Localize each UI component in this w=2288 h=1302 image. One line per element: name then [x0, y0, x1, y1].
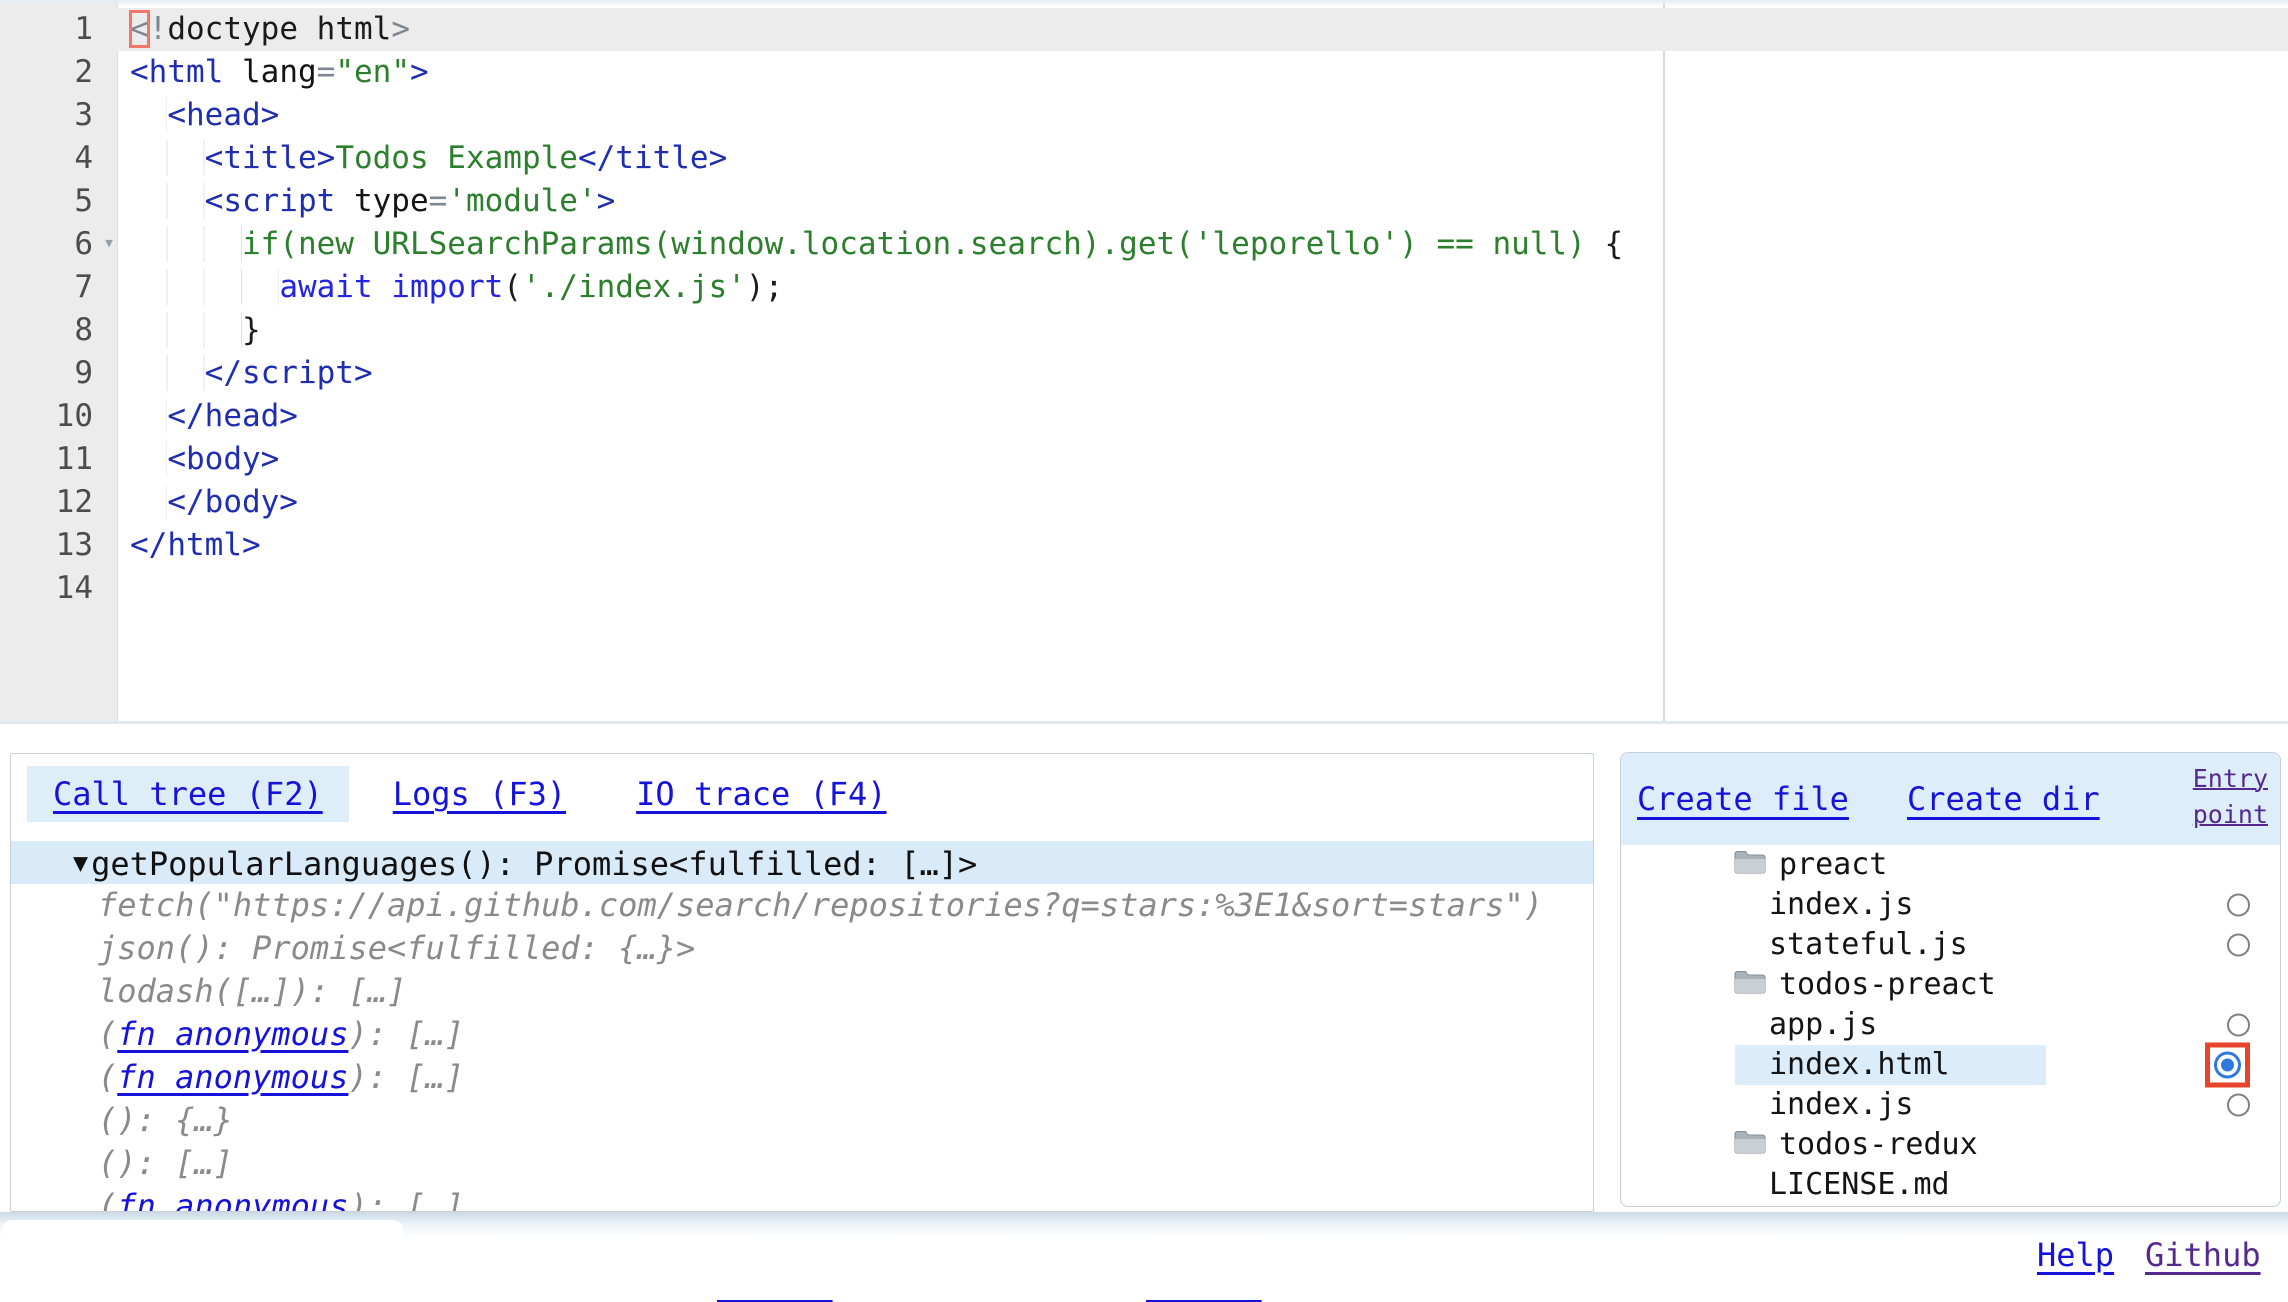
github-link[interactable]: Github — [2145, 1234, 2261, 1276]
code-line[interactable]: <body> — [119, 438, 2288, 481]
code-line[interactable]: <head> — [119, 94, 2288, 137]
code-line[interactable]: </body> — [119, 481, 2288, 524]
tab-io-trace[interactable]: IO trace (F4) — [610, 766, 912, 822]
file-row-stateful-js[interactable]: stateful.js — [1621, 925, 2280, 965]
code-line[interactable]: </html> — [119, 524, 2288, 567]
file-row-index-js[interactable]: index.js — [1621, 1085, 2280, 1125]
call-tree-row[interactable]: ▼getPopularLanguages(): Promise<fulfille… — [11, 841, 1593, 884]
line-number: 6▾ — [0, 223, 118, 266]
create-dir-button[interactable]: Create dir — [1907, 753, 2100, 845]
file-name-label: todos-redux — [1779, 1127, 1978, 1162]
leporello-app: 123456▾7891011121314 <!doctype html><htm… — [0, 0, 2288, 1302]
file-row-app-js[interactable]: app.js — [1621, 1005, 2280, 1045]
entry-point-radio[interactable] — [2227, 1014, 2250, 1037]
file-panel-header: Create file Create dir Entry point — [1621, 753, 2280, 845]
tab-call-tree[interactable]: Call tree (F2) — [27, 766, 349, 822]
line-number: 13 — [0, 524, 118, 567]
folder-icon — [1733, 967, 1767, 1007]
line-number: 5 — [0, 180, 118, 223]
folder-row-todos-preact[interactable]: todos-preact — [1621, 965, 2280, 1005]
editor-cursor: < — [130, 11, 149, 47]
file-row-index-html[interactable]: index.html — [1621, 1045, 2280, 1085]
entry-point-radio[interactable] — [2227, 934, 2250, 957]
line-numbers: 123456▾7891011121314 — [0, 8, 118, 610]
fold-arrow-icon[interactable]: ▾ — [103, 221, 115, 264]
code-line[interactable]: } — [119, 309, 2288, 352]
file-name-label: LICENSE.md — [1769, 1167, 1950, 1202]
code-line[interactable]: await import('./index.js'); — [119, 266, 2288, 309]
call-tree: ▼getPopularLanguages(): Promise<fulfille… — [11, 841, 1593, 1212]
entry-point-column-header[interactable]: Entry point — [2184, 761, 2268, 833]
code-editor[interactable]: 123456▾7891011121314 <!doctype html><htm… — [0, 0, 2288, 724]
debugger-panel: Call tree (F2) Logs (F3) IO trace (F4) ▼ge… — [10, 753, 1594, 1212]
call-label: getPopularLanguages(): Promise<fulfilled… — [91, 845, 977, 883]
status-bar: docs/examples/todos- preact/index.html C… — [0, 1212, 2288, 1302]
line-number: 4 — [0, 137, 118, 180]
code-line[interactable]: </head> — [119, 395, 2288, 438]
file-tree: preact index.js stateful.js todos-preact app… — [1621, 845, 2280, 1205]
line-number: 8 — [0, 309, 118, 352]
line-number: 1 — [0, 8, 118, 51]
call-tree-row[interactable]: json(): Promise<fulfilled: {…}> — [11, 927, 1593, 970]
fn-anonymous-link[interactable]: fn anonymous — [117, 1058, 348, 1096]
entry-point-radio[interactable] — [2227, 894, 2250, 917]
file-row-license-md[interactable]: LICENSE.md — [1621, 1165, 2280, 1205]
clear-io-trace-button[interactable]: Clear IO trace (F6) — [717, 1220, 987, 1302]
entry-point-highlight-box — [2205, 1043, 2250, 1088]
file-name-label: index.js — [1769, 1087, 1914, 1122]
file-row-index-js[interactable]: index.js — [1621, 885, 2280, 925]
code-line[interactable]: <title>Todos Example</title> — [119, 137, 2288, 180]
line-number: 9 — [0, 352, 118, 395]
file-name-label: index.js — [1769, 887, 1914, 922]
call-tree-row[interactable]: (fn anonymous): […] — [11, 1185, 1593, 1212]
entry-point-radio[interactable] — [2227, 1094, 2250, 1117]
folder-icon — [1733, 1127, 1767, 1167]
folder-row-todos-redux[interactable]: todos-redux — [1621, 1125, 2280, 1165]
panel-tabs: Call tree (F2) Logs (F3) IO trace (F4) — [27, 766, 931, 822]
create-file-button[interactable]: Create file — [1637, 753, 1849, 845]
file-name-label: todos-preact — [1779, 967, 1996, 1002]
entry-point-radio[interactable] — [2214, 1052, 2241, 1079]
editor-code[interactable]: <!doctype html><html lang="en"> <head> <… — [119, 8, 2288, 610]
code-line[interactable]: <!doctype html> — [119, 8, 2288, 51]
line-number: 7 — [0, 266, 118, 309]
code-line[interactable]: </script> — [119, 352, 2288, 395]
folder-icon — [1733, 847, 1767, 887]
code-line[interactable]: <script type='module'> — [119, 180, 2288, 223]
file-name-label: preact — [1779, 847, 1887, 882]
line-number: 2 — [0, 51, 118, 94]
file-name-label: app.js — [1769, 1007, 1877, 1042]
current-file-path: docs/examples/todos- preact/index.html — [2, 1220, 403, 1302]
fn-anonymous-link[interactable]: fn anonymous — [117, 1015, 348, 1053]
line-number: 12 — [0, 481, 118, 524]
call-tree-row[interactable]: lodash([…]): […] — [11, 970, 1593, 1013]
line-number: 11 — [0, 438, 118, 481]
line-number: 10 — [0, 395, 118, 438]
call-tree-row[interactable]: fetch("https://api.github.com/search/rep… — [11, 884, 1593, 927]
code-line[interactable]: if(new URLSearchParams(window.location.s… — [119, 223, 2288, 266]
call-tree-row[interactable]: (fn anonymous): […] — [11, 1013, 1593, 1056]
tab-logs[interactable]: Logs (F3) — [367, 766, 592, 822]
reopen-run-window-button[interactable]: (Re)open run window (F7) — [1146, 1220, 1512, 1302]
expanded-arrow-icon[interactable]: ▼ — [73, 848, 88, 877]
code-line[interactable] — [119, 567, 2288, 610]
folder-row-preact[interactable]: preact — [1621, 845, 2280, 885]
fn-anonymous-link[interactable]: fn anonymous — [117, 1187, 348, 1212]
line-number: 14 — [0, 567, 118, 610]
call-tree-row[interactable]: (): {…} — [11, 1099, 1593, 1142]
keyboard-mode-switch: Standard VIM — [1682, 1216, 2068, 1302]
call-tree-row[interactable]: (fn anonymous): […] — [11, 1056, 1593, 1099]
line-number: 3 — [0, 94, 118, 137]
file-name-label: index.html — [1769, 1047, 1950, 1082]
help-link[interactable]: Help — [2037, 1234, 2114, 1276]
file-name-label: stateful.js — [1769, 927, 1968, 962]
code-line[interactable]: <html lang="en"> — [119, 51, 2288, 94]
file-panel: Create file Create dir Entry point preac… — [1620, 752, 2281, 1207]
call-tree-row[interactable]: (): […] — [11, 1142, 1593, 1185]
